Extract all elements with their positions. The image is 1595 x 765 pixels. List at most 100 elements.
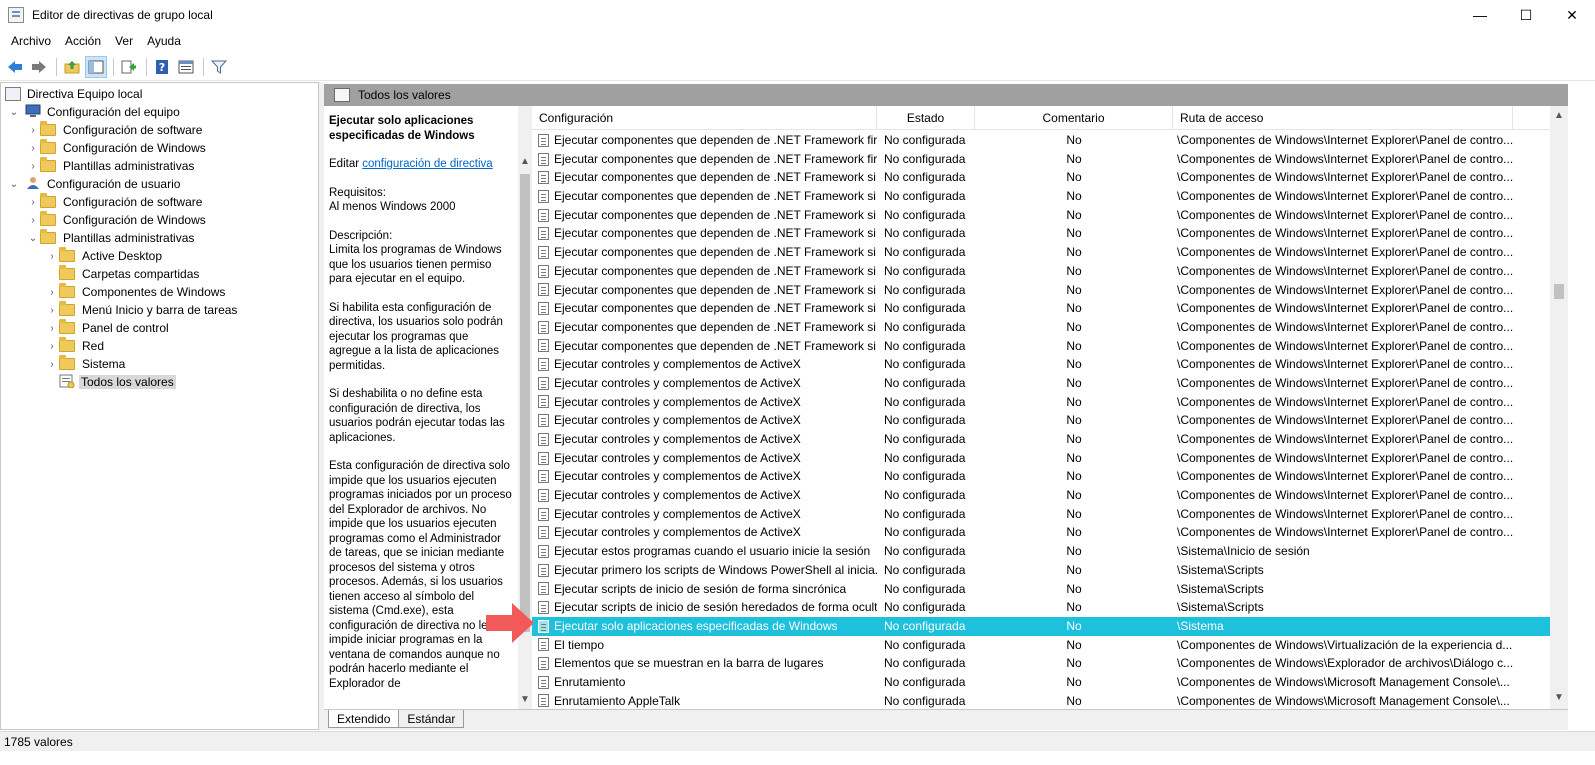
table-row[interactable]: Elementos que se muestran en la barra de… <box>532 654 1550 673</box>
column-configuracion[interactable]: Configuración ⌃ <box>532 106 877 130</box>
scrollbar-thumb[interactable] <box>520 174 530 632</box>
table-row[interactable]: Ejecutar controles y complementos de Act… <box>532 393 1550 412</box>
tree-item-red[interactable]: › Red <box>45 337 106 355</box>
table-row[interactable]: Ejecutar controles y complementos de Act… <box>532 505 1550 524</box>
tab-extendido[interactable]: Extendido <box>328 710 400 728</box>
table-row[interactable]: Ejecutar controles y complementos de Act… <box>532 467 1550 486</box>
table-row[interactable]: Ejecutar primero los scripts de Windows … <box>532 561 1550 580</box>
table-row[interactable]: Ejecutar controles y complementos de Act… <box>532 430 1550 449</box>
chevron-down-icon[interactable]: ⌄ <box>7 107 21 118</box>
back-icon[interactable] <box>4 56 26 78</box>
table-row[interactable]: Ejecutar controles y complementos de Act… <box>532 411 1550 430</box>
table-row[interactable]: Enrutamiento No configurada No \Componentes… <box>532 673 1550 692</box>
tree-item-active-desktop[interactable]: › Active Desktop <box>45 247 164 265</box>
minimize-button[interactable]: — <box>1457 0 1503 30</box>
show-tree-icon[interactable] <box>85 56 107 78</box>
user-icon <box>25 176 41 193</box>
column-estado[interactable]: Estado <box>877 106 975 130</box>
tree-item-config-software-equipo[interactable]: › Configuración de software <box>26 121 204 139</box>
column-comentario[interactable]: Comentario <box>975 106 1173 130</box>
cell-name: Ejecutar primero los scripts de Windows … <box>532 561 877 580</box>
chevron-right-icon[interactable]: › <box>26 215 40 226</box>
forward-icon[interactable] <box>28 56 50 78</box>
red-arrow-annotation <box>486 603 534 643</box>
edit-policy-link[interactable]: configuración de directiva <box>362 158 492 170</box>
chevron-down-icon[interactable]: ⌄ <box>26 233 40 244</box>
table-row[interactable]: Ejecutar componentes que dependen de .NE… <box>532 187 1550 206</box>
properties-icon[interactable] <box>175 56 197 78</box>
menu-ayuda[interactable]: Ayuda <box>140 30 188 52</box>
maximize-button[interactable]: ☐ <box>1503 0 1549 30</box>
menu-archivo[interactable]: Archivo <box>4 30 58 52</box>
chevron-right-icon[interactable]: › <box>45 287 59 298</box>
menu-ver[interactable]: Ver <box>108 30 140 52</box>
list-scrollbar[interactable]: ▲ ▼ <box>1550 106 1568 709</box>
tree-item-config-software-usuario[interactable]: › Configuración de software <box>26 193 204 211</box>
table-row[interactable]: Enrutamiento AppleTalk No configurada No \C… <box>532 692 1550 709</box>
close-button[interactable]: ✕ <box>1549 0 1595 30</box>
chevron-right-icon[interactable]: › <box>45 305 59 316</box>
table-row[interactable]: Ejecutar componentes que dependen de .NE… <box>532 206 1550 225</box>
chevron-right-icon[interactable]: › <box>26 197 40 208</box>
chevron-right-icon[interactable]: › <box>26 161 40 172</box>
tree-item-carpetas-compartidas[interactable]: Carpetas compartidas <box>45 265 201 283</box>
tree-item-config-windows-usuario[interactable]: › Configuración de Windows <box>26 211 208 229</box>
chevron-right-icon[interactable]: › <box>45 341 59 352</box>
chevron-right-icon[interactable]: › <box>45 323 59 334</box>
scroll-up-icon[interactable]: ▲ <box>520 156 530 167</box>
scroll-down-icon[interactable]: ▼ <box>520 694 530 705</box>
export-icon[interactable] <box>118 56 140 78</box>
tree-item-plantillas-equipo[interactable]: › Plantillas administrativas <box>26 157 196 175</box>
up-folder-icon[interactable] <box>61 56 83 78</box>
tree-item-plantillas-usuario[interactable]: ⌄ Plantillas administrativas <box>26 229 196 247</box>
table-row[interactable]: Ejecutar componentes que dependen de .NE… <box>532 168 1550 187</box>
chevron-right-icon[interactable]: › <box>26 143 40 154</box>
table-row[interactable]: Ejecutar componentes que dependen de .NE… <box>532 262 1550 281</box>
tree-item-directiva-equipo-local[interactable]: Directiva Equipo local <box>5 85 144 103</box>
tree-item-configuracion-usuario[interactable]: ⌄ Configuración de usuario <box>7 175 182 193</box>
table-row[interactable]: Ejecutar componentes que dependen de .NE… <box>532 281 1550 300</box>
setting-name: Ejecutar controles y complementos de Act… <box>554 413 801 428</box>
table-row[interactable]: Ejecutar componentes que dependen de .NE… <box>532 299 1550 318</box>
table-row[interactable]: Ejecutar controles y complementos de Act… <box>532 486 1550 505</box>
table-row[interactable]: Ejecutar componentes que dependen de .NE… <box>532 318 1550 337</box>
chevron-right-icon[interactable]: › <box>26 125 40 136</box>
table-row[interactable]: Ejecutar controles y complementos de Act… <box>532 449 1550 468</box>
tree-item-panel-control[interactable]: › Panel de control <box>45 319 171 337</box>
table-row[interactable]: Ejecutar componentes que dependen de .NE… <box>532 337 1550 356</box>
tree-item-componentes-windows[interactable]: › Componentes de Windows <box>45 283 227 301</box>
table-row[interactable]: Ejecutar controles y complementos de Act… <box>532 355 1550 374</box>
chevron-down-icon[interactable]: ⌄ <box>7 179 21 190</box>
cell-comment: No <box>1066 581 1082 596</box>
tab-estandar[interactable]: Estándar <box>398 710 465 728</box>
cell-name: Ejecutar componentes que dependen de .NE… <box>532 299 877 318</box>
table-row[interactable]: Ejecutar componentes que dependen de .NE… <box>532 131 1550 150</box>
scroll-up-icon[interactable]: ▲ <box>1554 110 1564 121</box>
tree-item-configuracion-equipo[interactable]: ⌄ Configuración del equipo <box>7 103 182 121</box>
tree-item-todos-los-valores[interactable]: Todos los valores <box>45 373 176 391</box>
table-row[interactable]: Ejecutar estos programas cuando el usuar… <box>532 542 1550 561</box>
tree-item-config-windows-equipo[interactable]: › Configuración de Windows <box>26 139 208 157</box>
table-row[interactable]: El tiempo No configurada No \Componentes de… <box>532 636 1550 655</box>
table-row[interactable]: Ejecutar controles y complementos de Act… <box>532 523 1550 542</box>
tree-item-sistema[interactable]: › Sistema <box>45 355 127 373</box>
table-row[interactable]: Ejecutar controles y complementos de Act… <box>532 374 1550 393</box>
chevron-right-icon[interactable]: › <box>45 359 59 370</box>
chevron-right-icon[interactable]: › <box>45 251 59 262</box>
help-icon[interactable]: ? <box>151 56 173 78</box>
table-row[interactable]: Ejecutar scripts de inicio de sesión her… <box>532 598 1550 617</box>
menu-accion[interactable]: Acción <box>58 30 108 52</box>
table-row[interactable]: Ejecutar solo aplicaciones especificadas… <box>532 616 1550 636</box>
folder-icon <box>40 193 56 208</box>
table-row[interactable]: Ejecutar componentes que dependen de .NE… <box>532 224 1550 243</box>
tree-item-label: Configuración de Windows <box>63 213 206 227</box>
table-row[interactable]: Ejecutar componentes que dependen de .NE… <box>532 150 1550 169</box>
table-row[interactable]: Ejecutar scripts de inicio de sesión de … <box>532 580 1550 599</box>
cell-state: No configurada <box>884 319 966 334</box>
table-row[interactable]: Ejecutar componentes que dependen de .NE… <box>532 243 1550 262</box>
column-ruta[interactable]: Ruta de acceso <box>1173 106 1513 130</box>
filter-icon[interactable] <box>208 56 230 78</box>
tree-item-menu-inicio[interactable]: › Menú Inicio y barra de tareas <box>45 301 239 319</box>
scrollbar-thumb[interactable] <box>1554 284 1564 299</box>
scroll-down-icon[interactable]: ▼ <box>1554 692 1564 703</box>
